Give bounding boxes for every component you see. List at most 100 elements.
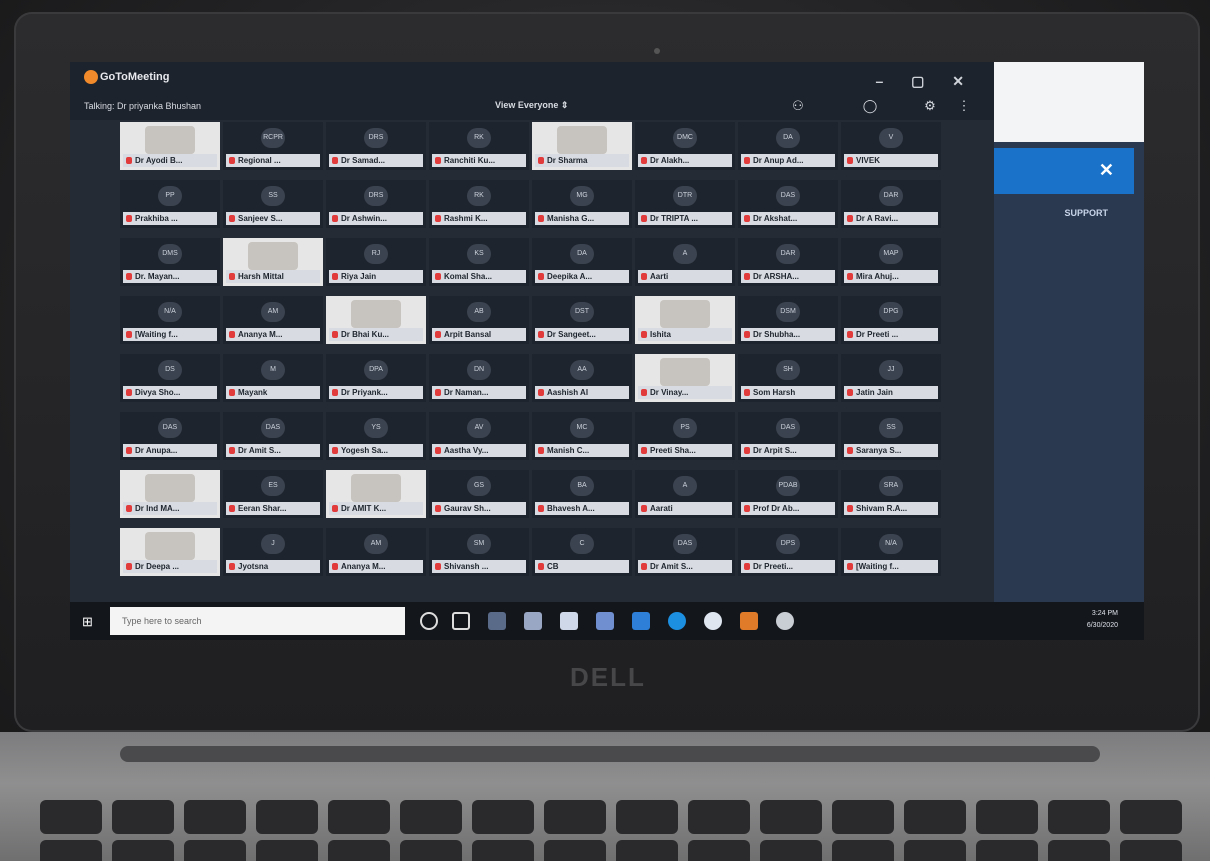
close-icon[interactable]: ✕ — [1099, 160, 1114, 181]
participant-tile[interactable]: DPS Dr Preeti... — [738, 528, 838, 576]
mic-muted-icon — [538, 563, 544, 570]
participant-name: Aashish Al — [535, 386, 629, 399]
participant-tile[interactable]: J Jyotsna — [223, 528, 323, 576]
participant-tile[interactable]: Harsh Mittal — [223, 238, 323, 286]
participant-tile[interactable]: DPG Dr Preeti ... — [841, 296, 941, 344]
participant-tile[interactable]: RK Ranchiti Ku... — [429, 122, 529, 170]
participant-tile[interactable]: Dr Deepa ... — [120, 528, 220, 576]
participant-tile[interactable]: AA Aashish Al — [532, 354, 632, 402]
mic-muted-icon — [847, 215, 853, 222]
chrome-icon[interactable] — [740, 612, 758, 630]
taskbar-clock[interactable]: 3:24 PM 6/30/2020 — [1087, 608, 1118, 632]
participant-tile[interactable]: SH Som Harsh — [738, 354, 838, 402]
participant-tile[interactable]: DMC Dr Alakh... — [635, 122, 735, 170]
participant-tile[interactable]: A Aarati — [635, 470, 735, 518]
participant-tile[interactable]: DSM Dr Shubha... — [738, 296, 838, 344]
participant-tile[interactable]: PDAB Prof Dr Ab... — [738, 470, 838, 518]
windows-start-icon[interactable]: ⊞ — [82, 614, 93, 630]
participant-tile[interactable]: PS Preeti Sha... — [635, 412, 735, 460]
participant-tile[interactable]: SM Shivansh ... — [429, 528, 529, 576]
participant-tile[interactable]: N/A [Waiting f... — [841, 528, 941, 576]
mic-muted-icon — [641, 157, 647, 164]
task-view-icon[interactable] — [452, 612, 470, 630]
participant-tile[interactable]: MAP Mira Ahuj... — [841, 238, 941, 286]
participant-tile[interactable]: DAR Dr A Ravi... — [841, 180, 941, 228]
keyboard-key — [40, 800, 102, 834]
participant-tile[interactable]: KS Komal Sha... — [429, 238, 529, 286]
participant-tile[interactable]: YS Yogesh Sa... — [326, 412, 426, 460]
participant-tile[interactable]: DN Dr Naman... — [429, 354, 529, 402]
participant-tile[interactable]: MC Manish C... — [532, 412, 632, 460]
participant-tile[interactable]: PP Prakhiba ... — [120, 180, 220, 228]
participant-tile[interactable]: Ishita — [635, 296, 735, 344]
participant-tile[interactable]: MG Manisha G... — [532, 180, 632, 228]
participants-icon[interactable]: ⚇ — [790, 98, 806, 114]
participant-tile[interactable]: DAS Dr Amit S... — [223, 412, 323, 460]
participant-tile[interactable]: JJ Jatin Jain — [841, 354, 941, 402]
clock-time: 3:24 PM — [1091, 610, 1118, 617]
participant-tile[interactable]: DRS Dr Ashwin... — [326, 180, 426, 228]
app-icon[interactable] — [488, 612, 506, 630]
mic-muted-icon — [847, 157, 853, 164]
participant-tile[interactable]: DAS Dr Akshat... — [738, 180, 838, 228]
settings-icon[interactable]: ⚙ — [922, 98, 938, 114]
participant-tile[interactable]: AM Ananya M... — [326, 528, 426, 576]
participant-tile[interactable]: DAR Dr ARSHA... — [738, 238, 838, 286]
participant-tile[interactable]: AM Ananya M... — [223, 296, 323, 344]
taskbar-search-input[interactable]: Type here to search — [110, 607, 405, 635]
explorer-icon[interactable] — [596, 612, 614, 630]
participant-name: Deepika A... — [535, 270, 629, 283]
participant-tile[interactable]: C CB — [532, 528, 632, 576]
pen-icon[interactable] — [524, 612, 542, 630]
participant-tile[interactable]: DST Dr Sangeet... — [532, 296, 632, 344]
support-link[interactable]: SUPPORT — [1064, 208, 1108, 218]
participant-tile[interactable]: Dr Bhai Ku... — [326, 296, 426, 344]
participant-tile[interactable]: SS Saranya S... — [841, 412, 941, 460]
participant-tile[interactable]: SS Sanjeev S... — [223, 180, 323, 228]
cortana-icon[interactable] — [420, 612, 438, 630]
participant-tile[interactable]: DAS Dr Arpit S... — [738, 412, 838, 460]
store-icon[interactable] — [560, 612, 578, 630]
app-icon[interactable] — [704, 612, 722, 630]
participant-tile[interactable]: DS Divya Sho... — [120, 354, 220, 402]
app-title[interactable]: GoToMeeting — [100, 71, 169, 83]
participant-tile[interactable]: RK Rashmi K... — [429, 180, 529, 228]
participant-tile[interactable]: N/A [Waiting f... — [120, 296, 220, 344]
more-icon[interactable]: ⋮ — [956, 98, 972, 114]
mail-icon[interactable] — [632, 612, 650, 630]
participant-tile[interactable]: DA Deepika A... — [532, 238, 632, 286]
participant-tile[interactable]: RJ Riya Jain — [326, 238, 426, 286]
participant-tile[interactable]: Dr AMIT K... — [326, 470, 426, 518]
participant-tile[interactable]: V VIVEK — [841, 122, 941, 170]
keyboard-key — [976, 840, 1038, 861]
participant-tile[interactable]: Dr Vinay... — [635, 354, 735, 402]
participant-tile[interactable]: DRS Dr Samad... — [326, 122, 426, 170]
participant-tile[interactable]: BA Bhavesh A... — [532, 470, 632, 518]
participant-tile[interactable]: DA Dr Anup Ad... — [738, 122, 838, 170]
participant-tile[interactable]: DMS Dr. Mayan... — [120, 238, 220, 286]
chat-icon[interactable]: ◯ — [862, 98, 878, 114]
participant-video — [145, 532, 195, 560]
keyboard-key — [40, 840, 102, 861]
participant-tile[interactable]: M Mayank — [223, 354, 323, 402]
participant-tile[interactable]: SRA Shivam R.A... — [841, 470, 941, 518]
participant-initials: PDAB — [776, 476, 800, 496]
participant-initials: DAS — [261, 418, 285, 438]
participant-tile[interactable]: DAS Dr Anupa... — [120, 412, 220, 460]
participant-tile[interactable]: DTR Dr TRIPTA ... — [635, 180, 735, 228]
participant-tile[interactable]: Dr Sharma — [532, 122, 632, 170]
view-selector[interactable]: View Everyone ⇕ — [495, 100, 568, 111]
app-icon[interactable] — [776, 612, 794, 630]
participant-tile[interactable]: ES Eeran Shar... — [223, 470, 323, 518]
participant-tile[interactable]: A Aarti — [635, 238, 735, 286]
mic-muted-icon — [847, 389, 853, 396]
participant-tile[interactable]: AB Arpit Bansal — [429, 296, 529, 344]
participant-tile[interactable]: Dr Ayodi B... — [120, 122, 220, 170]
participant-tile[interactable]: DPA Dr Priyank... — [326, 354, 426, 402]
participant-tile[interactable]: RCPR Regional ... — [223, 122, 323, 170]
edge-icon[interactable] — [668, 612, 686, 630]
participant-tile[interactable]: AV Aastha Vy... — [429, 412, 529, 460]
participant-tile[interactable]: DAS Dr Amit S... — [635, 528, 735, 576]
participant-tile[interactable]: Dr Ind MA... — [120, 470, 220, 518]
participant-tile[interactable]: GS Gaurav Sh... — [429, 470, 529, 518]
